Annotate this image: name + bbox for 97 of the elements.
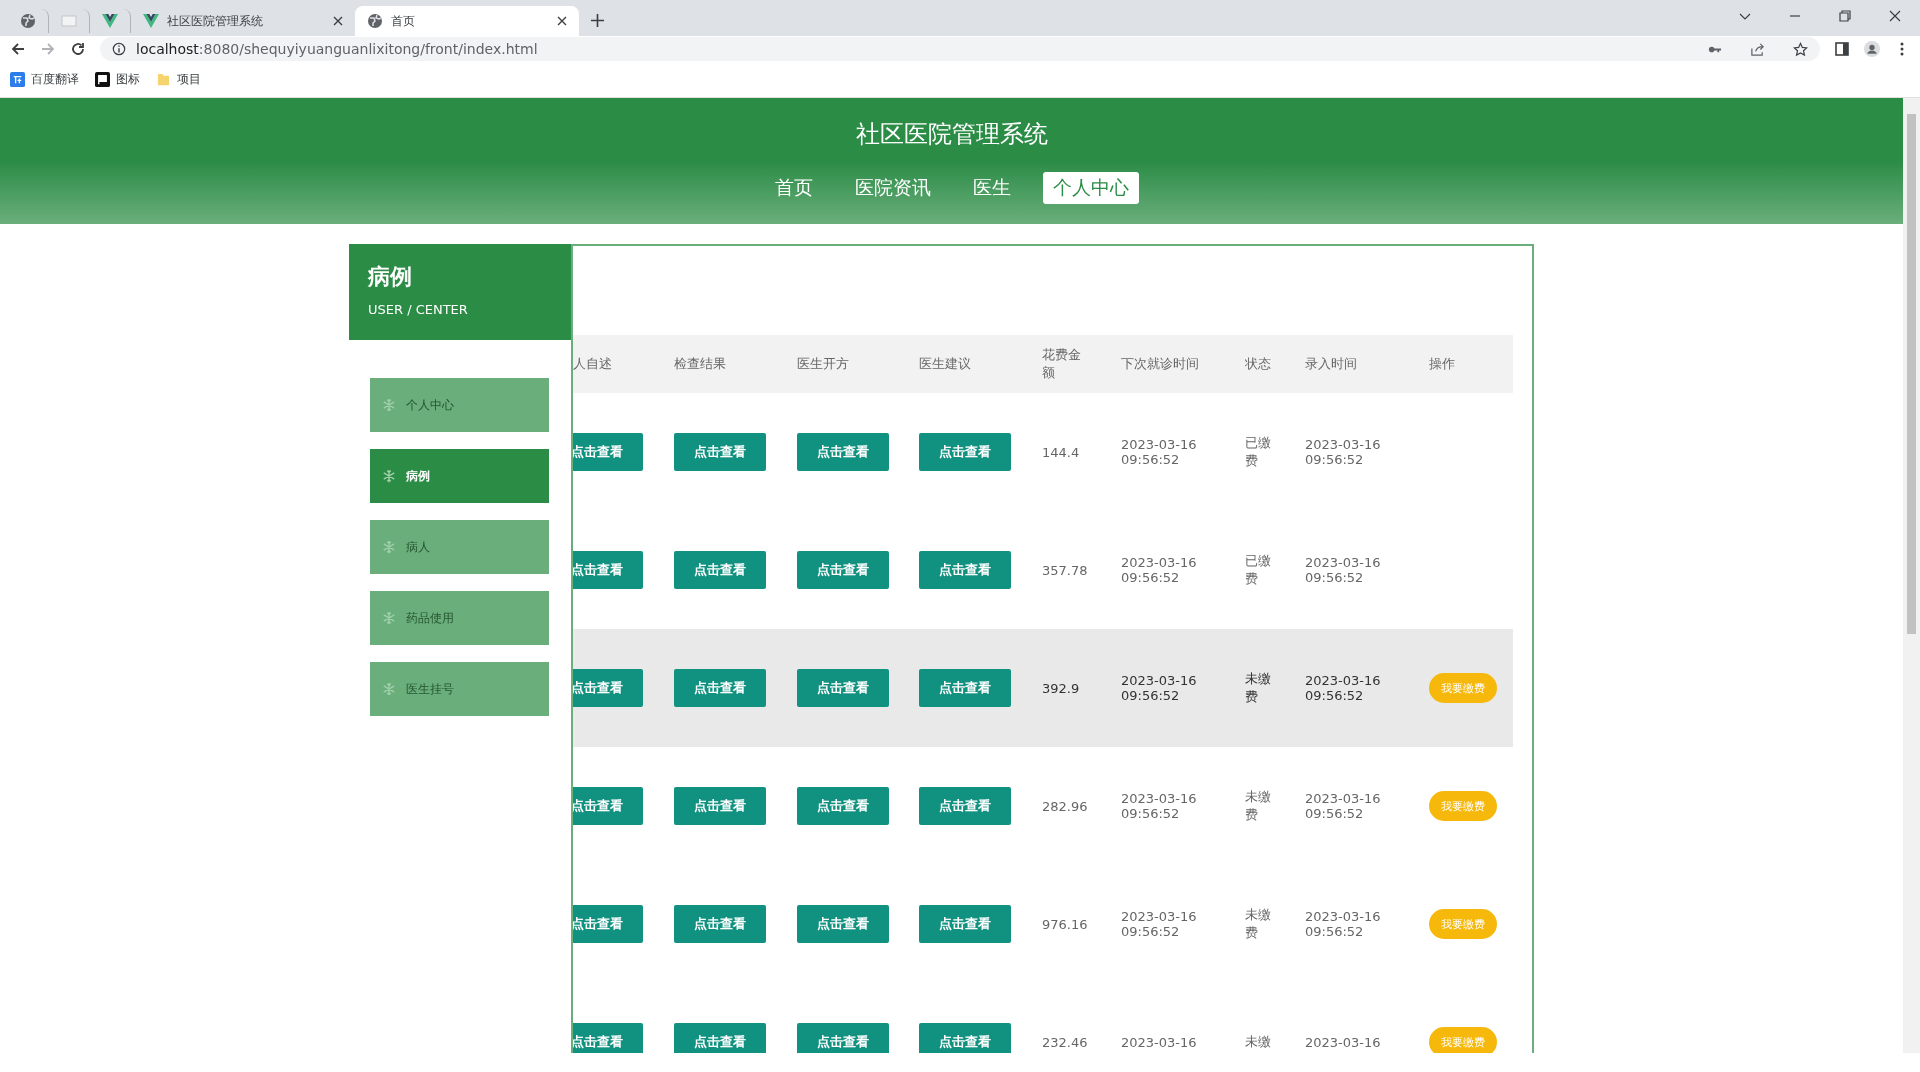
table-cell-text: 2023-03-16 09:56:52 bbox=[1305, 555, 1382, 585]
table-cell-text: 2023-03-16 09:56:52 bbox=[1305, 673, 1382, 703]
table-cell-text: 2023-03-16 09:56:52 bbox=[1305, 909, 1382, 939]
info-icon bbox=[112, 42, 126, 56]
column-header: 人自述 bbox=[573, 355, 612, 373]
sidebar-item[interactable]: 药品使用 bbox=[370, 591, 549, 645]
close-icon[interactable] bbox=[557, 16, 567, 26]
address-bar[interactable]: localhost:8080/shequyiyuanguanlixitong/front/index.html bbox=[100, 37, 1820, 61]
view-button[interactable]: 点击查看 bbox=[674, 905, 766, 943]
new-tab-icon[interactable] bbox=[591, 14, 604, 27]
bookmark[interactable]: 百度翻译 bbox=[10, 71, 79, 88]
table-cell-text: 2023-03-16 09:56:52 bbox=[1121, 791, 1198, 821]
table-cell: 282.96 bbox=[1042, 798, 1088, 814]
table-cell: 357.78 bbox=[1042, 562, 1088, 578]
view-button[interactable]: 点击查看 bbox=[797, 787, 889, 825]
view-button[interactable]: 点击查看 bbox=[919, 433, 1011, 471]
profile-icon[interactable] bbox=[1864, 41, 1880, 57]
sidebar-item[interactable]: 病人 bbox=[370, 520, 549, 574]
table-cell-text: 2023-03-16 09:56:52 bbox=[1305, 791, 1382, 821]
column-header: 医生建议 bbox=[919, 355, 971, 373]
table-cell: 未缴费 bbox=[1245, 788, 1271, 824]
view-button[interactable]: 点击查看 bbox=[797, 669, 889, 707]
tab-title: 首页 bbox=[391, 12, 416, 30]
bookmark[interactable]: 图标 bbox=[95, 71, 140, 88]
page-icon bbox=[61, 13, 77, 29]
table-cell: 144.4 bbox=[1042, 444, 1080, 460]
column-header: 下次就诊时间 bbox=[1121, 355, 1199, 373]
view-button[interactable]: 点击查看 bbox=[674, 551, 766, 589]
view-button[interactable]: 点击查看 bbox=[919, 1023, 1011, 1053]
section-title: 病例 bbox=[368, 263, 413, 291]
folder-icon bbox=[156, 72, 171, 87]
back-icon[interactable] bbox=[10, 41, 26, 57]
nav-link[interactable]: 首页 bbox=[764, 172, 823, 204]
view-button[interactable]: 点击查看 bbox=[797, 551, 889, 589]
table-cell: 976.16 bbox=[1042, 916, 1088, 932]
table-cell-text: 2023-03-16 09:56:52 bbox=[1121, 437, 1198, 467]
nav-link[interactable]: 医院资讯 bbox=[844, 172, 941, 204]
table-cell-text: 2023-03-16 09:56:52 bbox=[1121, 673, 1198, 703]
nav-link[interactable]: 个人中心 bbox=[1042, 172, 1139, 204]
section-subtitle: USER / CENTER bbox=[368, 302, 469, 317]
reload-icon[interactable] bbox=[70, 41, 86, 57]
table-cell-text: 2023-03-16 09:56:52 bbox=[1305, 437, 1382, 467]
browser-tab[interactable]: 首页 bbox=[355, 6, 579, 36]
site-title: 社区医院管理系统 bbox=[855, 119, 1048, 150]
table-cell: 未缴 bbox=[1245, 1033, 1271, 1051]
column-header: 检查结果 bbox=[674, 355, 726, 373]
view-button[interactable]: 点击查看 bbox=[674, 787, 766, 825]
share-icon[interactable] bbox=[1750, 41, 1765, 57]
view-button[interactable]: 点击查看 bbox=[797, 905, 889, 943]
sidebar-item[interactable]: 医生挂号 bbox=[370, 662, 549, 716]
table-cell: 未缴费 bbox=[1245, 670, 1271, 706]
table-cell: 2023-03-16 bbox=[1121, 1034, 1197, 1050]
view-button[interactable]: 点击查看 bbox=[919, 551, 1011, 589]
sidebar-item[interactable]: 病例 bbox=[370, 449, 549, 503]
side-panel-icon[interactable] bbox=[1834, 41, 1850, 57]
v-logo-icon bbox=[102, 13, 118, 29]
close-icon[interactable] bbox=[1889, 10, 1901, 22]
globe-icon bbox=[367, 13, 383, 29]
snowflake-icon bbox=[382, 469, 396, 483]
view-button[interactable]: 点击查看 bbox=[919, 787, 1011, 825]
table-cell-text: 2023-03-16 09:56:52 bbox=[1121, 909, 1198, 939]
table-cell: 392.9 bbox=[1042, 680, 1080, 696]
table-cell: 2023-03-16 bbox=[1305, 1034, 1381, 1050]
star-icon[interactable] bbox=[1793, 41, 1808, 57]
globe-icon bbox=[20, 13, 36, 29]
snowflake-icon bbox=[382, 398, 396, 412]
view-button[interactable]: 点击查看 bbox=[797, 433, 889, 471]
column-header: 录入时间 bbox=[1305, 355, 1357, 373]
scrollbar[interactable] bbox=[1903, 98, 1920, 1053]
table-cell: 已缴费 bbox=[1245, 552, 1271, 588]
view-button[interactable]: 点击查看 bbox=[797, 1023, 889, 1053]
nav-link[interactable]: 医生 bbox=[962, 172, 1021, 204]
restore-icon[interactable] bbox=[1839, 10, 1851, 22]
browser-tab[interactable]: 社区医院管理系统 bbox=[131, 6, 355, 36]
bookmark[interactable]: 项目 bbox=[156, 71, 201, 88]
snowflake-icon bbox=[382, 682, 396, 696]
view-button[interactable]: 点击查看 bbox=[919, 905, 1011, 943]
column-header: 状态 bbox=[1245, 355, 1271, 373]
view-button[interactable]: 点击查看 bbox=[919, 669, 1011, 707]
table-cell: 未缴费 bbox=[1245, 906, 1271, 942]
flag-icon bbox=[95, 72, 110, 87]
snowflake-icon bbox=[382, 611, 396, 625]
view-button[interactable]: 点击查看 bbox=[674, 1023, 766, 1053]
column-header: 操作 bbox=[1429, 355, 1455, 373]
sidebar-item[interactable]: 个人中心 bbox=[370, 378, 549, 432]
view-button[interactable]: 点击查看 bbox=[674, 669, 766, 707]
table-cell: 232.46 bbox=[1042, 1034, 1088, 1050]
snowflake-icon bbox=[382, 540, 396, 554]
translate-icon bbox=[10, 72, 25, 87]
v-logo-icon bbox=[143, 13, 159, 29]
view-button[interactable]: 点击查看 bbox=[674, 433, 766, 471]
close-icon[interactable] bbox=[333, 16, 343, 26]
table-cell: 已缴费 bbox=[1245, 434, 1271, 470]
table-cell-text: 2023-03-16 09:56:52 bbox=[1121, 555, 1198, 585]
tab-title: 社区医院管理系统 bbox=[167, 12, 264, 30]
column-header: 花费金额 bbox=[1042, 346, 1082, 382]
column-header: 医生开方 bbox=[797, 355, 849, 373]
